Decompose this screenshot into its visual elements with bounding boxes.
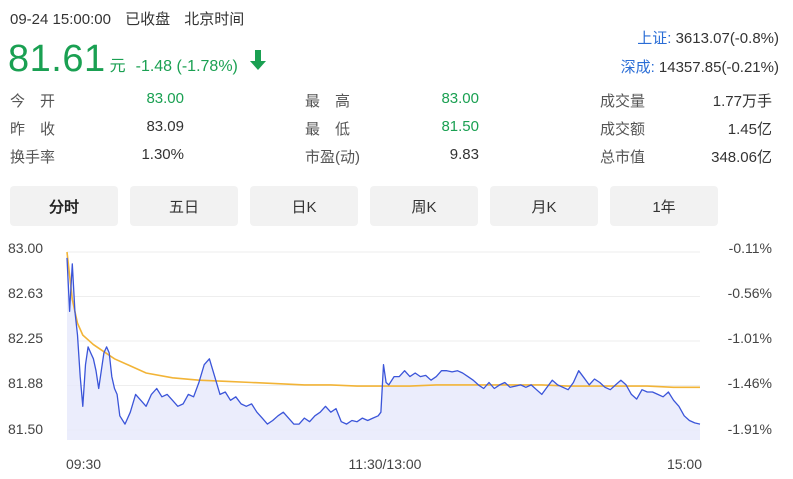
- index-value: 3613.07(-0.8%): [675, 30, 779, 47]
- price-row: 81.61 元 -1.48 (-1.78%): [8, 38, 268, 81]
- stat-label: 最 高: [305, 93, 351, 110]
- index-name: 上证:: [637, 30, 672, 47]
- stat-label: 市盈(动): [305, 149, 360, 166]
- right-tick-label: -1.01%: [728, 330, 772, 346]
- x-tick-label: 11:30/13:00: [349, 456, 422, 472]
- right-tick-label: -0.11%: [729, 240, 772, 256]
- chart-period-tabs: 分时 五日 日K 周K 月K 1年: [10, 186, 720, 226]
- right-tick-label: -1.46%: [728, 375, 772, 391]
- left-tick-label: 81.88: [8, 375, 43, 391]
- stat-value: 83.00: [146, 90, 184, 107]
- stat-value: 1.77万手: [712, 93, 772, 110]
- plot-area: [66, 251, 701, 440]
- down-arrow-icon: [249, 49, 266, 70]
- index-value: 14357.85(-0.21%): [658, 59, 779, 76]
- price-area: [67, 257, 700, 440]
- timezone-label: 北京时间: [184, 11, 245, 28]
- x-tick-label: 15:00: [667, 456, 702, 472]
- index-name: 深成:: [620, 59, 655, 76]
- stat-value: 83.00: [441, 90, 479, 107]
- left-tick-label: 83.00: [8, 240, 43, 256]
- stat-label: 成交额: [600, 121, 646, 138]
- stat-value: 9.83: [449, 146, 479, 163]
- x-axis-labels: 09:30 11:30/13:00 15:00: [66, 456, 702, 472]
- price-unit: 元: [109, 58, 126, 75]
- tab-intraday[interactable]: 分时: [10, 186, 118, 226]
- stat-label: 成交量: [600, 93, 646, 110]
- stat-label: 总市值: [600, 149, 646, 166]
- quote-datetime: 09-24 15:00:00: [10, 11, 111, 28]
- tab-weekly-k[interactable]: 周K: [370, 186, 478, 226]
- index-shanghai[interactable]: 上证: 3613.07(-0.8%): [637, 27, 779, 48]
- left-tick-label: 81.50: [8, 421, 43, 437]
- tab-five-day[interactable]: 五日: [130, 186, 238, 226]
- left-tick-label: 82.63: [8, 285, 43, 301]
- left-tick-label: 82.25: [8, 330, 43, 346]
- stat-label: 换手率: [10, 149, 56, 166]
- stat-value: 83.09: [146, 118, 184, 135]
- stat-value: 1.30%: [141, 146, 184, 163]
- left-axis-labels: 83.00 82.63 82.25 81.88 81.50: [8, 240, 43, 437]
- index-shenzhen[interactable]: 深成: 14357.85(-0.21%): [621, 56, 779, 77]
- market-status: 已收盘: [125, 11, 171, 28]
- stats-grid: 今 开 83.00 最 高 83.00 成交量 1.77万手 昨 收 83.09…: [10, 90, 780, 170]
- stat-value: 1.45亿: [727, 121, 772, 138]
- right-tick-label: -1.91%: [728, 421, 772, 437]
- right-tick-label: -0.56%: [728, 285, 772, 301]
- stat-label: 今 开: [10, 93, 56, 110]
- x-tick-label: 09:30: [66, 456, 101, 472]
- tab-daily-k[interactable]: 日K: [250, 186, 358, 226]
- right-axis-labels: -0.11% -0.56% -1.01% -1.46% -1.91%: [728, 240, 772, 437]
- stat-label: 最 低: [305, 121, 351, 138]
- stat-label: 昨 收: [10, 121, 56, 138]
- current-price: 81.61: [8, 38, 106, 80]
- stat-value: 348.06亿: [711, 149, 772, 166]
- stat-value: 81.50: [441, 118, 479, 135]
- intraday-chart[interactable]: 83.00 82.63 82.25 81.88 81.50 -0.11% -0.…: [0, 230, 793, 479]
- price-change: -1.48 (-1.78%): [135, 58, 238, 75]
- tab-one-year[interactable]: 1年: [610, 186, 718, 226]
- tab-monthly-k[interactable]: 月K: [490, 186, 598, 226]
- quote-header: 09-24 15:00:00 已收盘 北京时间: [10, 8, 254, 29]
